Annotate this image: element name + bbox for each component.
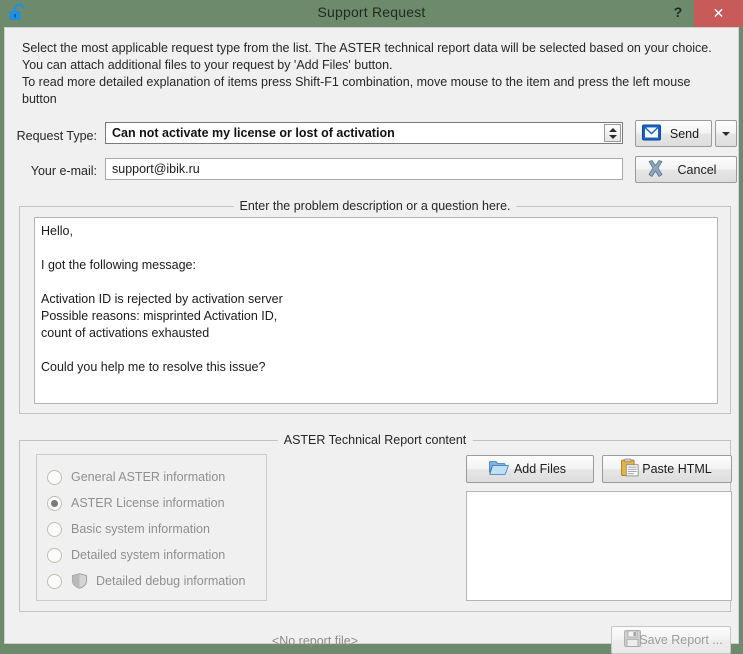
report-content-radio-group: General ASTER information ASTER License … xyxy=(36,454,267,601)
window-title: Support Request xyxy=(317,4,426,20)
help-button[interactable]: ? xyxy=(662,0,694,27)
save-report-button[interactable]: Save Report ... xyxy=(611,626,731,654)
title-bar: Support Request ? ✕ xyxy=(0,0,743,27)
dialog-client-area: Select the most applicable request type … xyxy=(4,27,739,654)
email-field[interactable]: support@ibik.ru xyxy=(105,158,623,180)
send-button-label: Send xyxy=(669,126,700,141)
close-button[interactable]: ✕ xyxy=(694,0,743,27)
send-button[interactable]: Send xyxy=(635,120,712,147)
radio-label: ASTER License information xyxy=(71,496,225,510)
radio-aster-license-information[interactable]: ASTER License information xyxy=(47,491,225,515)
radio-mark xyxy=(47,573,62,589)
email-value: support@ibik.ru xyxy=(112,162,200,176)
radio-detailed-debug-information[interactable]: Detailed debug information xyxy=(47,569,245,593)
radio-mark xyxy=(47,547,62,563)
intro-text: Select the most applicable request type … xyxy=(22,41,712,106)
radio-label: Basic system information xyxy=(71,522,210,536)
radio-mark xyxy=(47,469,62,485)
report-file-status: <No report file> xyxy=(271,634,359,648)
radio-label: General ASTER information xyxy=(71,470,226,484)
paste-html-button[interactable]: Paste HTML xyxy=(602,455,732,483)
radio-detailed-system-information[interactable]: Detailed system information xyxy=(47,543,225,567)
chevron-down-icon xyxy=(722,131,730,136)
add-files-button[interactable]: Add Files xyxy=(466,455,594,483)
report-content-groupbox: ASTER Technical Report content General A… xyxy=(19,433,732,612)
request-type-spinner[interactable] xyxy=(604,124,621,142)
cancel-button-label: Cancel xyxy=(677,162,717,177)
request-type-combobox[interactable]: Can not activate my license or lost of a… xyxy=(105,122,623,144)
email-label: Your e-mail: xyxy=(30,164,97,178)
radio-basic-system-information[interactable]: Basic system information xyxy=(47,517,210,541)
cancel-button[interactable]: Cancel xyxy=(635,156,737,183)
description-textarea[interactable]: Hello, I got the following message: Acti… xyxy=(34,217,718,404)
send-dropdown-button[interactable] xyxy=(715,120,737,147)
description-group-title: Enter the problem description or a quest… xyxy=(233,199,517,213)
description-text: Hello, I got the following message: Acti… xyxy=(41,224,283,374)
radio-mark-selected xyxy=(47,495,62,511)
description-groupbox: Enter the problem description or a quest… xyxy=(19,199,731,414)
radio-mark xyxy=(47,521,62,537)
attachment-list[interactable] xyxy=(466,491,732,601)
uac-shield-icon xyxy=(71,573,88,589)
request-type-value: Can not activate my license or lost of a… xyxy=(112,126,395,140)
add-files-button-label: Add Files xyxy=(513,462,567,476)
radio-label: Detailed system information xyxy=(71,548,226,562)
spinner-up-icon xyxy=(609,128,617,132)
support-request-window: Support Request ? ✕ Select the most appl… xyxy=(0,0,743,654)
request-type-label: Request Type: xyxy=(16,129,97,143)
spinner-down-icon xyxy=(609,135,617,139)
paste-html-button-label: Paste HTML xyxy=(642,462,712,476)
save-report-button-label: Save Report ... xyxy=(639,633,723,647)
radio-label: Detailed debug information xyxy=(96,574,246,588)
radio-general-aster-information[interactable]: General ASTER information xyxy=(47,465,225,489)
report-group-title: ASTER Technical Report content xyxy=(277,433,473,447)
